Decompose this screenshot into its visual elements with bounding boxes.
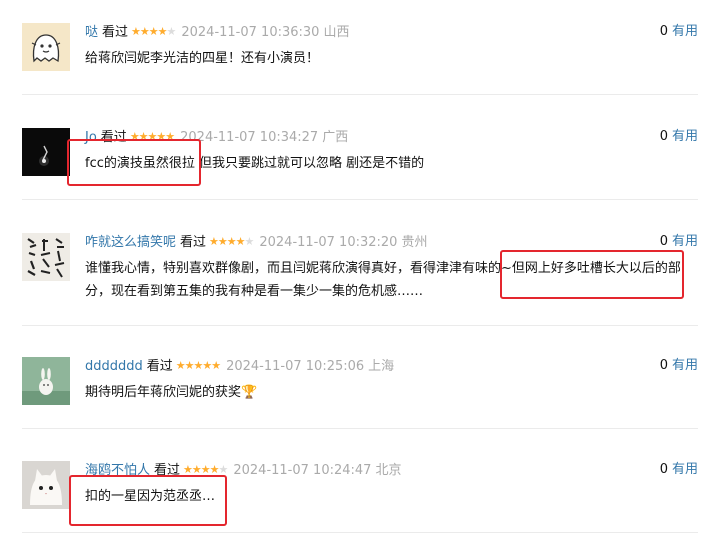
dark-light-avatar-icon (22, 128, 70, 176)
calligraphy-avatar-icon (22, 233, 70, 281)
star-icon: ★★★★★ (129, 130, 175, 143)
avatar[interactable] (22, 23, 70, 71)
vote-area: 0 有用 (660, 460, 698, 480)
divider (22, 199, 698, 200)
vote-count: 0 (659, 358, 668, 373)
comment-location: 广西 (322, 130, 349, 145)
vote-area: 0 有用 (660, 356, 698, 376)
vote-area: 0 有用 (660, 127, 698, 147)
comment-header: 哒看过 ★★★★★ 2024-11-07 10:36:30 山西 (85, 22, 349, 42)
useful-button[interactable]: 有用 (672, 462, 698, 477)
useful-button[interactable]: 有用 (672, 129, 698, 144)
ghost-doodle-avatar-icon (22, 23, 70, 71)
vote-count: 0 (659, 129, 668, 144)
green-rabbit-avatar-icon (22, 357, 70, 405)
avatar[interactable] (22, 233, 70, 281)
rating-stars: ★★★★★ (131, 22, 176, 42)
white-cat-avatar-icon (22, 461, 70, 509)
comment-content: 期待明后年蒋欣闫妮的获奖🏆 (85, 385, 258, 400)
comment-header: 海鸥不怕人 看过 ★★★★★ 2024-11-07 10:24:47 北京 (85, 460, 401, 480)
comment-location: 山西 (323, 25, 350, 40)
comment-time: 2024-11-07 10:32:20 (259, 235, 398, 250)
star-icon: ★★★★ (183, 463, 219, 476)
comment-time: 2024-11-07 10:24:47 (233, 463, 372, 478)
useful-button[interactable]: 有用 (672, 234, 698, 249)
watched-label: 看过 (100, 130, 127, 145)
username-link[interactable]: 海鸥不怕人 (85, 463, 150, 478)
divider (22, 325, 698, 326)
comment-location: 上海 (368, 359, 395, 374)
username-link[interactable]: Jo (85, 130, 97, 145)
star-empty-icon: ★ (166, 25, 176, 38)
vote-count: 0 (659, 462, 668, 477)
vote-area: 0 有用 (660, 22, 698, 42)
comment-content: 扣的一星因为范丞丞… (85, 489, 216, 504)
avatar[interactable] (22, 357, 70, 405)
comment-time: 2024-11-07 10:34:27 (180, 130, 319, 145)
username-link[interactable]: 哒 (85, 25, 98, 40)
divider (22, 428, 698, 429)
comment-header: ddddddd 看过 ★★★★★ 2024-11-07 10:25:06 上海 (85, 356, 394, 376)
star-icon: ★★★★★ (175, 359, 221, 372)
comment-header: 咋就这么搞笑呢 看过 ★★★★★ 2024-11-07 10:32:20 贵州 (85, 232, 427, 252)
watched-label: 看过 (102, 25, 129, 40)
star-icon: ★★★★ (131, 25, 167, 38)
comment-time: 2024-11-07 10:25:06 (226, 359, 365, 374)
rating-stars: ★★★★★ (209, 232, 254, 252)
comment-location: 北京 (375, 463, 402, 478)
star-empty-icon: ★ (218, 463, 228, 476)
comment-content: 谁懂我心情，特别喜欢群像剧，而且闫妮蒋欣演得真好，看得津津有味的~但网上好多吐槽… (85, 261, 681, 299)
divider (22, 532, 698, 533)
useful-button[interactable]: 有用 (672, 358, 698, 373)
vote-area: 0 有用 (660, 232, 698, 252)
rating-stars: ★★★★★ (129, 127, 175, 147)
avatar[interactable] (22, 128, 70, 176)
vote-count: 0 (659, 234, 668, 249)
comment-content: 给蒋欣闫妮李光洁的四星！还有小演员！ (85, 51, 320, 66)
comment-header: Jo 看过 ★★★★★ 2024-11-07 10:34:27 广西 (85, 127, 348, 147)
rating-stars: ★★★★★ (183, 460, 228, 480)
comment-time: 2024-11-07 10:36:30 (181, 25, 320, 40)
watched-label: 看过 (146, 359, 173, 374)
watched-label: 看过 (180, 235, 207, 250)
star-empty-icon: ★ (244, 235, 254, 248)
vote-count: 0 (659, 24, 668, 39)
useful-button[interactable]: 有用 (672, 24, 698, 39)
rating-stars: ★★★★★ (175, 356, 221, 376)
avatar[interactable] (22, 461, 70, 509)
comment-content: fcc的演技虽然很拉 但我只要跳过就可以忽略 剧还是不错的 (85, 156, 425, 171)
username-link[interactable]: 咋就这么搞笑呢 (85, 235, 176, 250)
comment-location: 贵州 (401, 235, 428, 250)
username-link[interactable]: ddddddd (85, 359, 143, 374)
watched-label: 看过 (154, 463, 181, 478)
star-icon: ★★★★ (209, 235, 245, 248)
divider (22, 94, 698, 95)
